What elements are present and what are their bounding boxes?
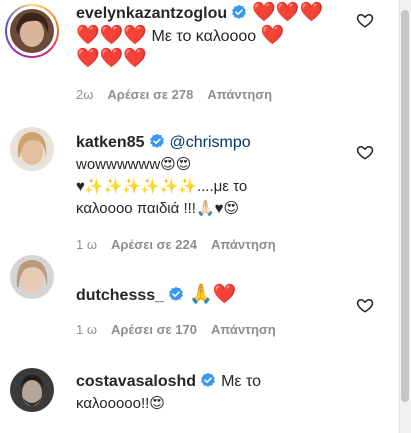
comment-body: Με το: [221, 373, 261, 390]
avatar-photo: [10, 9, 54, 53]
username[interactable]: evelynkazantzoglou: [76, 5, 227, 22]
timestamp[interactable]: 1 ω: [76, 322, 97, 337]
comment-meta: 1 ω Αρέσει σε 170 Απάντηση: [76, 322, 290, 337]
emoji-text: ❤️❤️❤️: [76, 48, 147, 69]
avatar[interactable]: [10, 9, 54, 53]
heart-outline-icon[interactable]: [356, 296, 374, 314]
scrollbar-thumb[interactable]: [401, 10, 409, 402]
emoji-text: 🙏❤️: [189, 284, 237, 305]
reply-button[interactable]: Απάντηση: [207, 87, 272, 102]
mention-link[interactable]: @chrismpo: [170, 134, 251, 151]
comment-body: καλοοοοο!!😍: [76, 395, 165, 412]
timestamp[interactable]: 1 ω: [76, 237, 97, 252]
username[interactable]: katken85: [76, 134, 145, 151]
reply-button[interactable]: Απάντηση: [211, 237, 276, 252]
comment-text: evelynkazantzoglou ❤️❤️❤️ ❤️❤️❤️ Με το κα…: [76, 2, 351, 71]
likes-count[interactable]: Αρέσει σε 278: [107, 87, 193, 102]
reply-button[interactable]: Απάντηση: [211, 322, 276, 337]
comment-text: katken85 @chrismpo wowwwwww😍😍 ♥✨✨✨✨✨✨....…: [76, 132, 351, 220]
avatar[interactable]: [10, 127, 54, 171]
comment-body: Με το καλοοοο: [151, 28, 257, 45]
verified-badge-icon: [232, 4, 246, 19]
username[interactable]: costavasaloshd: [76, 373, 196, 390]
comment-body: καλοοοο παιδιά !!!🙏🏻♥😍: [76, 200, 240, 217]
verified-badge-icon: [169, 286, 183, 301]
avatar[interactable]: [10, 255, 54, 299]
verified-badge-icon: [149, 133, 164, 148]
avatar-photo: [10, 255, 54, 299]
comment-text: dutchesss_ 🙏❤️: [76, 284, 351, 307]
avatar-photo: [10, 127, 54, 171]
avatar-photo: [10, 368, 54, 412]
verified-badge-icon: [201, 372, 215, 387]
username[interactable]: dutchesss_: [76, 287, 164, 304]
avatar[interactable]: [10, 368, 54, 412]
heart-outline-icon[interactable]: [356, 11, 374, 29]
emoji-text: ❤️: [260, 25, 285, 46]
comment-body: ♥✨✨✨✨✨✨....με το: [76, 178, 248, 195]
likes-count[interactable]: Αρέσει σε 224: [111, 237, 197, 252]
heart-outline-icon[interactable]: [356, 143, 374, 161]
comment-text: costavasaloshd Με το καλοοοοο!!😍: [76, 371, 351, 415]
emoji-text: ❤️❤️❤️: [76, 25, 147, 46]
comment-meta: 1 ω Αρέσει σε 224 Απάντηση: [76, 237, 290, 252]
likes-count[interactable]: Αρέσει σε 170: [111, 322, 197, 337]
timestamp[interactable]: 2ω: [76, 87, 93, 102]
comment-body: wowwwwww😍😍: [76, 156, 192, 173]
comment-meta: 2ω Αρέσει σε 278 Απάντηση: [76, 87, 286, 102]
emoji-text: ❤️❤️❤️: [252, 2, 324, 23]
